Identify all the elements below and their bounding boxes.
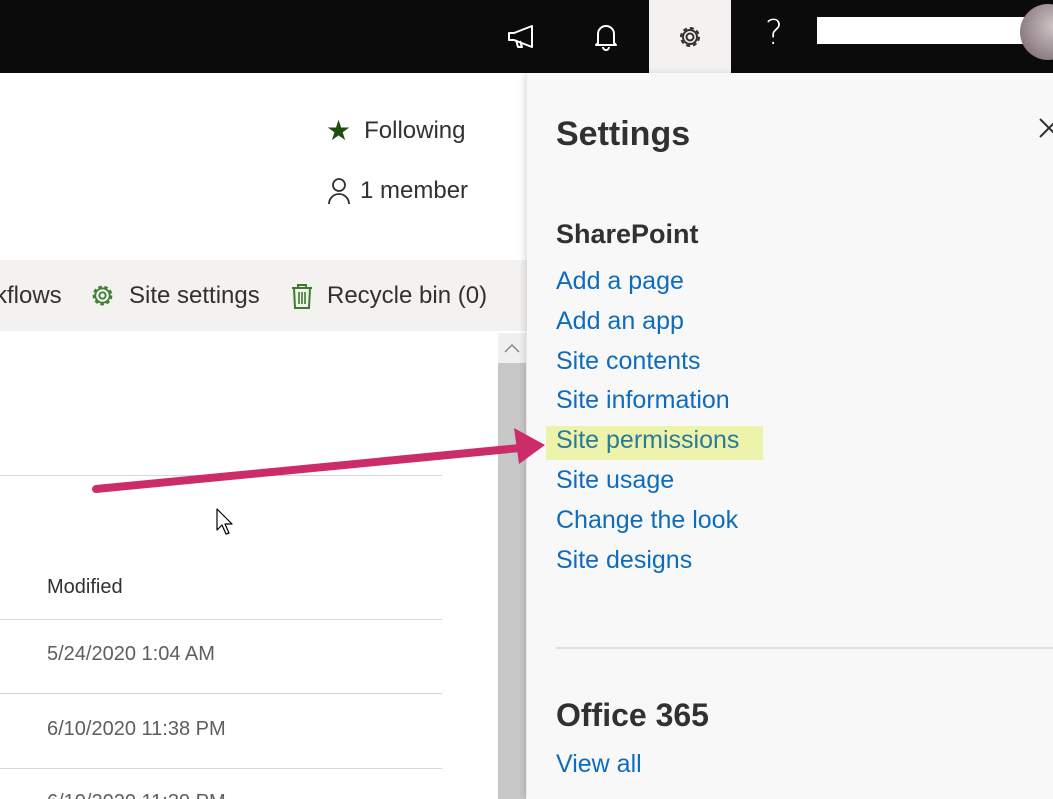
divider — [0, 768, 442, 769]
follow-button[interactable]: ★ Following — [326, 117, 466, 145]
site-settings-label: Site settings — [129, 281, 260, 309]
sharepoint-links: Add a page Add an app Site contents Site… — [546, 262, 764, 581]
megaphone-icon — [508, 24, 533, 48]
chevron-up-icon — [504, 343, 520, 353]
site-settings-button[interactable]: Site settings — [89, 260, 260, 331]
recycle-bin-button[interactable]: Recycle bin (0) — [290, 260, 487, 331]
divider — [0, 475, 442, 476]
site-usage-link[interactable]: Site usage — [556, 461, 763, 501]
help-button[interactable]: ? — [742, 0, 806, 73]
notifications-button[interactable] — [574, 0, 638, 73]
add-app-link[interactable]: Add an app — [556, 302, 763, 342]
scroll-up-button[interactable] — [498, 333, 526, 363]
workflows-button[interactable]: kflows — [0, 260, 62, 331]
trash-icon — [292, 283, 312, 309]
site-designs-link[interactable]: Site designs — [556, 541, 763, 581]
site-page: ★ Following 1 member kflows Site setting… — [0, 73, 527, 799]
view-all-link[interactable]: View all — [556, 750, 642, 779]
panel-title: Settings — [556, 115, 691, 153]
office-365-heading: Office 365 — [556, 697, 709, 733]
members-button[interactable]: 1 member — [326, 177, 468, 205]
sharepoint-heading: SharePoint — [556, 219, 699, 249]
command-bar: kflows Site settings Recycle bin (0) — [0, 260, 527, 331]
table-row[interactable]: 6/10/2020 11:39 PM — [47, 791, 226, 799]
divider — [0, 693, 442, 694]
avatar[interactable] — [1020, 4, 1053, 60]
follow-label: Following — [364, 117, 466, 144]
members-label: 1 member — [360, 177, 469, 204]
divider — [0, 619, 442, 620]
gear-icon — [680, 26, 700, 47]
table-row[interactable]: 6/10/2020 11:38 PM — [47, 718, 226, 741]
column-header-modified[interactable]: Modified — [47, 576, 123, 599]
table-row[interactable]: 5/24/2020 1:04 AM — [47, 643, 215, 666]
mouse-cursor-icon — [216, 508, 233, 535]
settings-button[interactable] — [649, 0, 731, 73]
site-contents-link[interactable]: Site contents — [556, 342, 763, 382]
help-icon: ? — [764, 12, 784, 53]
scrollbar[interactable] — [498, 333, 526, 799]
suite-header: ? — [0, 0, 1053, 73]
star-icon: ★ — [326, 115, 352, 146]
recycle-bin-label: Recycle bin (0) — [327, 281, 488, 309]
settings-panel: Settings SharePoint Add a page Add an ap… — [527, 73, 1053, 799]
user-name-field[interactable] — [817, 17, 1025, 44]
person-icon — [328, 178, 350, 205]
gear-icon — [92, 285, 113, 306]
whats-new-button[interactable] — [490, 0, 554, 73]
site-information-link[interactable]: Site information — [556, 381, 763, 421]
change-look-link[interactable]: Change the look — [556, 501, 763, 541]
site-permissions-link[interactable]: Site permissions — [546, 421, 764, 461]
divider — [556, 647, 1053, 649]
bell-icon — [595, 24, 617, 51]
close-icon[interactable] — [1032, 111, 1053, 141]
workflows-label: kflows — [0, 281, 62, 309]
add-page-link[interactable]: Add a page — [556, 262, 763, 302]
